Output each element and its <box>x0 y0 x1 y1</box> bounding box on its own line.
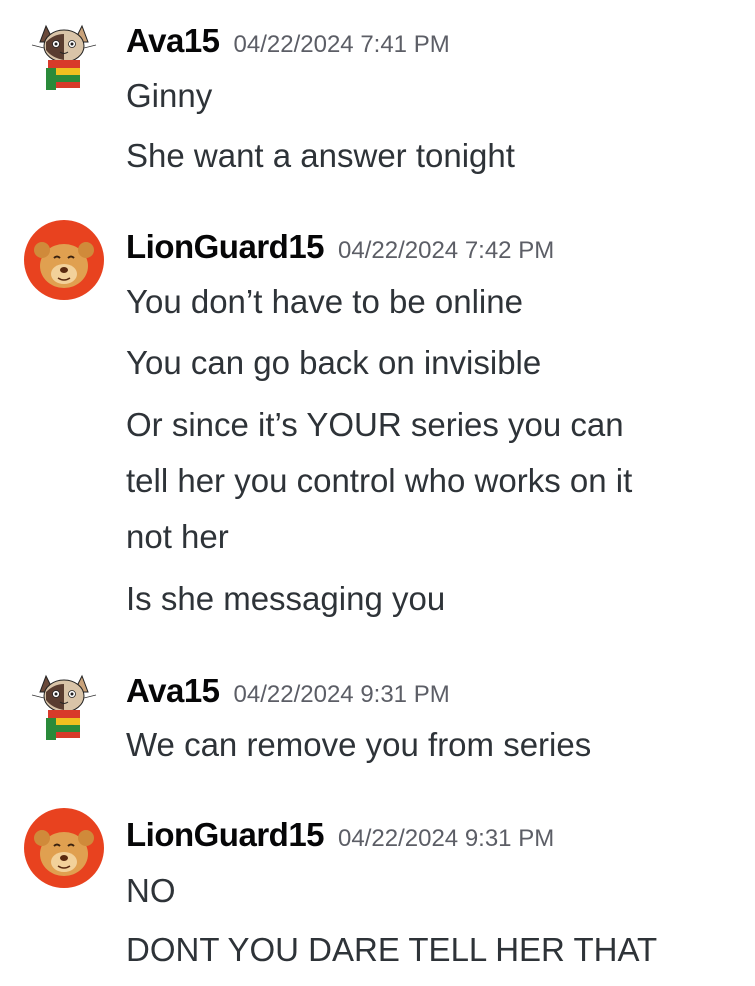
username[interactable]: Ava15 <box>126 672 220 710</box>
message-line: Is she messaging you <box>126 580 446 617</box>
message-line: Or since it’s YOUR series you can <box>126 406 624 443</box>
cat-avatar-icon[interactable] <box>24 662 104 742</box>
message-line: You don’t have to be online <box>126 283 523 320</box>
message-line: Ginny <box>126 77 213 114</box>
message-line: not her <box>126 518 229 555</box>
username[interactable]: LionGuard15 <box>126 228 325 266</box>
message-line: NO <box>126 872 176 909</box>
lion-avatar-icon[interactable] <box>24 808 104 888</box>
message-line: DONT YOU DARE TELL HER THAT <box>126 931 658 968</box>
cat-avatar-icon[interactable] <box>24 12 104 92</box>
username[interactable]: Ava15 <box>126 22 220 60</box>
lion-avatar-icon[interactable] <box>24 220 104 300</box>
message-line: We can remove you from series <box>126 726 592 763</box>
timestamp: 04/22/2024 7:41 PM <box>233 31 450 58</box>
timestamp: 04/22/2024 7:42 PM <box>338 237 555 264</box>
timestamp: 04/22/2024 9:31 PM <box>233 681 450 708</box>
message-line: She want a answer tonight <box>126 137 515 174</box>
message-line: You can go back on invisible <box>126 344 542 381</box>
timestamp: 04/22/2024 9:31 PM <box>338 825 555 852</box>
message-line: tell her you control who works on it <box>126 462 633 499</box>
username[interactable]: LionGuard15 <box>126 816 325 854</box>
